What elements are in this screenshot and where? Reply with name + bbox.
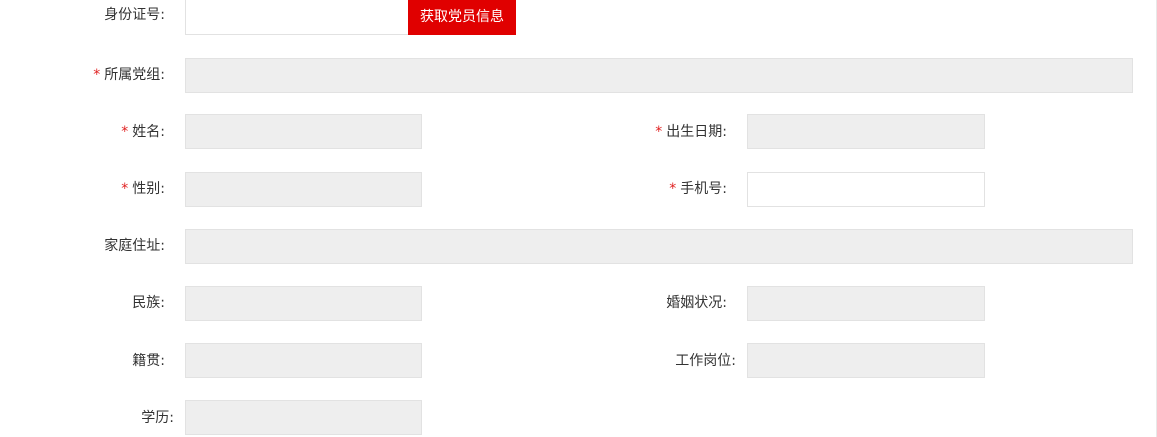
native-place-field[interactable] [185,343,422,378]
required-marker: * [669,181,677,197]
required-marker: * [121,181,129,197]
phone-label: * 手机号: [669,181,727,197]
education-field[interactable] [185,400,422,435]
id-card-label: 身份证号: [104,7,165,23]
education-label: 学历: [141,410,174,426]
ethnicity-field[interactable] [185,286,422,321]
job-position-label: 工作岗位: [675,353,736,369]
job-position-field[interactable] [747,343,985,378]
gender-field[interactable] [185,172,422,207]
phone-input[interactable] [747,172,985,207]
native-place-label: 籍贯: [132,353,165,369]
name-label: * 姓名: [121,124,165,140]
home-address-field[interactable] [185,229,1133,264]
party-group-label: * 所属党组: [93,67,165,83]
marital-status-label: 婚姻状况: [666,295,727,311]
name-field[interactable] [185,114,422,149]
birth-date-label: * 出生日期: [655,124,727,140]
party-group-field[interactable] [185,58,1133,93]
gender-label: * 性别: [121,181,165,197]
required-marker: * [655,124,663,140]
fetch-member-info-button[interactable]: 获取党员信息 [408,0,516,35]
birth-date-field[interactable] [747,114,985,149]
required-marker: * [121,124,129,140]
ethnicity-label: 民族: [132,295,165,311]
required-marker: * [93,67,101,83]
id-card-input[interactable] [185,0,409,35]
home-address-label: 家庭住址: [104,238,165,254]
marital-status-field[interactable] [747,286,985,321]
